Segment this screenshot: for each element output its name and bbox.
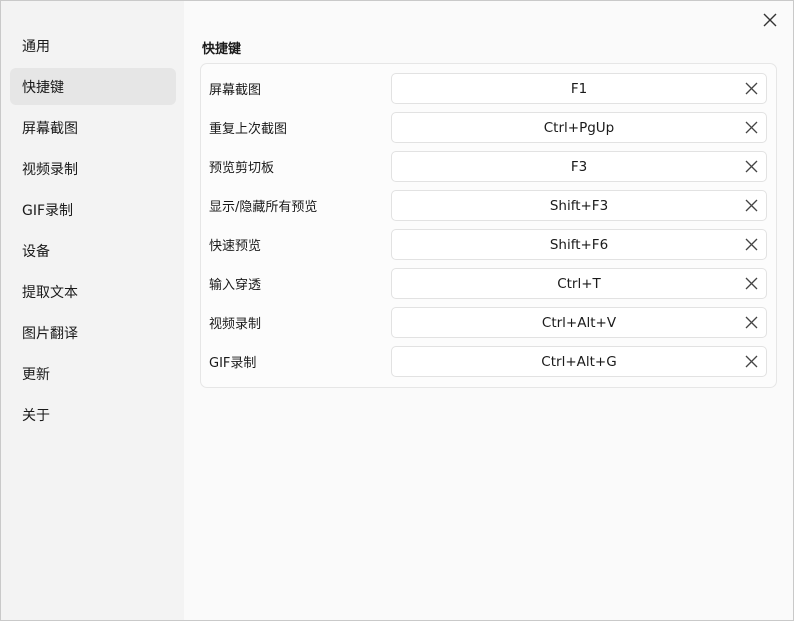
shortcut-row: GIF录制 Ctrl+Alt+G [209, 346, 767, 377]
clear-shortcut-button[interactable] [744, 159, 759, 174]
shortcut-row: 快速预览 Shift+F6 [209, 229, 767, 260]
clear-icon [745, 199, 758, 212]
close-icon [763, 13, 777, 27]
shortcut-key-value: Shift+F6 [549, 236, 609, 253]
sidebar-item-shortcuts[interactable]: 快捷键 [10, 68, 176, 105]
sidebar-item-screenshot[interactable]: 屏幕截图 [10, 109, 176, 146]
shortcuts-card: 屏幕截图 F1 重复上次截图 Ctrl+PgUp 预览剪切板 F3 显示/隐藏所… [200, 63, 777, 388]
shortcut-key-field[interactable]: Shift+F6 [391, 229, 767, 260]
sidebar: 通用 快捷键 屏幕截图 视频录制 GIF录制 设备 提取文本 图片翻译 更新 关… [1, 1, 184, 620]
shortcut-key-field[interactable]: Ctrl+T [391, 268, 767, 299]
shortcut-key-field[interactable]: Ctrl+Alt+V [391, 307, 767, 338]
shortcut-row: 视频录制 Ctrl+Alt+V [209, 307, 767, 338]
sidebar-item-gif-recording[interactable]: GIF录制 [10, 191, 176, 228]
shortcut-row: 预览剪切板 F3 [209, 151, 767, 182]
sidebar-item-general[interactable]: 通用 [10, 27, 176, 64]
clear-icon [745, 316, 758, 329]
sidebar-item-about[interactable]: 关于 [10, 396, 176, 433]
shortcut-label: 预览剪切板 [209, 161, 275, 176]
shortcut-key-value: Ctrl+T [557, 275, 601, 292]
clear-shortcut-button[interactable] [744, 276, 759, 291]
clear-icon [745, 277, 758, 290]
sidebar-item-update[interactable]: 更新 [10, 355, 176, 392]
clear-shortcut-button[interactable] [744, 198, 759, 213]
shortcut-row: 显示/隐藏所有预览 Shift+F3 [209, 190, 767, 221]
clear-shortcut-button[interactable] [744, 237, 759, 252]
section-title: 快捷键 [202, 42, 242, 57]
shortcut-key-field[interactable]: Ctrl+Alt+G [391, 346, 767, 377]
clear-shortcut-button[interactable] [744, 81, 759, 96]
shortcut-key-value: Ctrl+PgUp [543, 119, 615, 136]
shortcut-label: GIF录制 [209, 356, 257, 371]
settings-window: 通用 快捷键 屏幕截图 视频录制 GIF录制 设备 提取文本 图片翻译 更新 关… [0, 0, 794, 621]
shortcut-row: 屏幕截图 F1 [209, 73, 767, 104]
shortcut-key-value: Ctrl+Alt+G [541, 353, 617, 370]
clear-icon [745, 355, 758, 368]
sidebar-item-video-recording[interactable]: 视频录制 [10, 150, 176, 187]
shortcut-key-value: F1 [570, 80, 588, 97]
shortcut-key-field[interactable]: Shift+F3 [391, 190, 767, 221]
clear-icon [745, 160, 758, 173]
clear-icon [745, 121, 758, 134]
clear-icon [745, 238, 758, 251]
sidebar-item-extract-text[interactable]: 提取文本 [10, 273, 176, 310]
shortcut-row: 输入穿透 Ctrl+T [209, 268, 767, 299]
clear-icon [745, 82, 758, 95]
shortcut-label: 重复上次截图 [209, 122, 288, 137]
shortcut-label: 屏幕截图 [209, 83, 262, 98]
main-panel: 快捷键 屏幕截图 F1 重复上次截图 Ctrl+PgUp 预览剪切板 F3 显示… [184, 1, 793, 620]
clear-shortcut-button[interactable] [744, 120, 759, 135]
shortcut-key-value: Ctrl+Alt+V [541, 314, 617, 331]
shortcut-key-value: Shift+F3 [549, 197, 609, 214]
shortcut-label: 输入穿透 [209, 278, 262, 293]
shortcut-key-field[interactable]: F1 [391, 73, 767, 104]
shortcut-label: 视频录制 [209, 317, 262, 332]
sidebar-item-image-translate[interactable]: 图片翻译 [10, 314, 176, 351]
shortcut-row: 重复上次截图 Ctrl+PgUp [209, 112, 767, 143]
clear-shortcut-button[interactable] [744, 315, 759, 330]
shortcut-key-field[interactable]: F3 [391, 151, 767, 182]
clear-shortcut-button[interactable] [744, 354, 759, 369]
shortcut-key-field[interactable]: Ctrl+PgUp [391, 112, 767, 143]
sidebar-item-devices[interactable]: 设备 [10, 232, 176, 269]
shortcut-label: 显示/隐藏所有预览 [209, 200, 318, 215]
shortcut-label: 快速预览 [209, 239, 262, 254]
shortcut-key-value: F3 [570, 158, 588, 175]
close-button[interactable] [761, 11, 779, 29]
